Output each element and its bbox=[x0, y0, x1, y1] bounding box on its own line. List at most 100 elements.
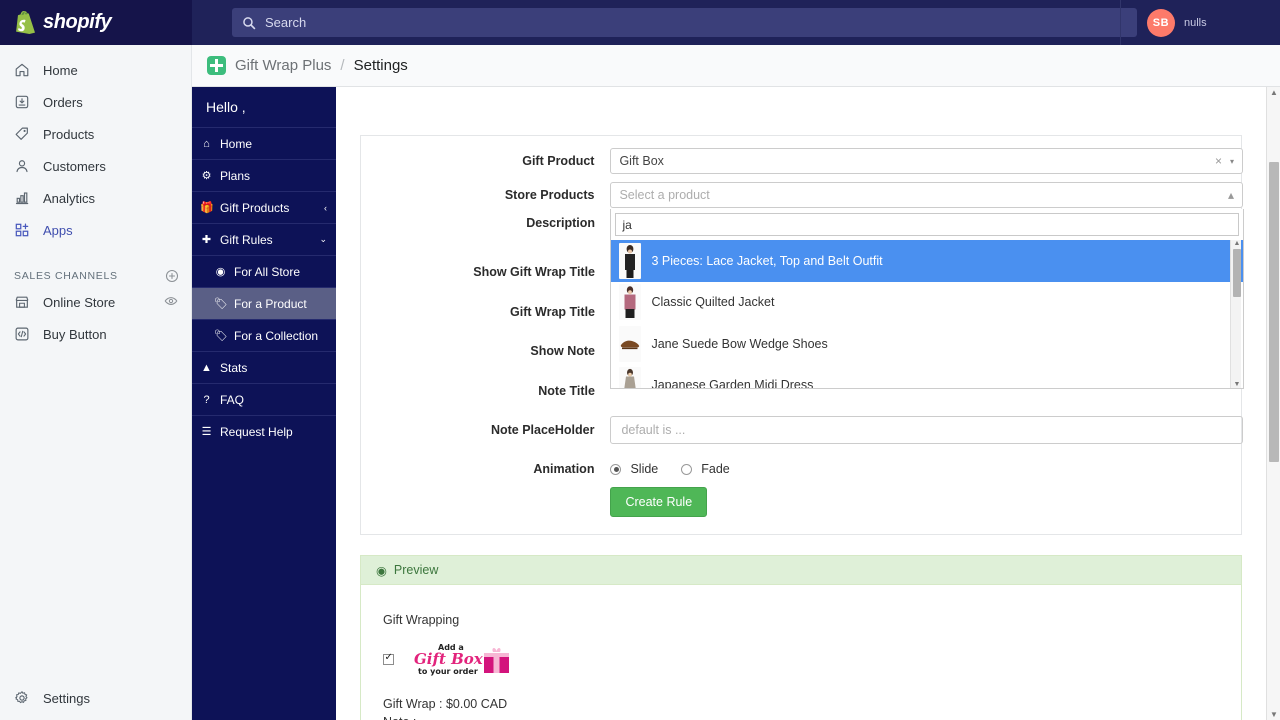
product-thumbnail-icon bbox=[619, 284, 642, 321]
sidebar-item-analytics[interactable]: Analytics bbox=[0, 185, 191, 211]
note-placeholder-text: default is ... bbox=[621, 423, 686, 437]
apps-grid-plus-icon bbox=[15, 223, 29, 237]
dropdown-option-label: Jane Suede Bow Wedge Shoes bbox=[651, 336, 828, 351]
chevron-up-icon[interactable]: ▴ bbox=[1228, 188, 1234, 202]
field-animation: Animation Slide Fade bbox=[361, 452, 1243, 486]
eye-icon: ◉ bbox=[376, 563, 387, 578]
field-label: Description bbox=[526, 216, 595, 230]
main-content: Gift Product Gift Box × ▾ Store Products… bbox=[336, 87, 1266, 720]
sidebar-item-products[interactable]: Products bbox=[0, 121, 191, 147]
radio-slide[interactable] bbox=[610, 463, 622, 475]
product-thumbnail-icon bbox=[619, 367, 642, 388]
customers-icon bbox=[16, 160, 28, 173]
scrollbar-thumb[interactable] bbox=[1232, 249, 1241, 297]
chevron-left-icon: ‹ bbox=[324, 202, 327, 213]
app-nav-stats[interactable]: ▲ Stats bbox=[192, 351, 336, 383]
clear-icon[interactable]: × bbox=[1215, 154, 1230, 168]
eye-icon[interactable] bbox=[164, 294, 178, 311]
sidebar-item-customers[interactable]: Customers bbox=[0, 153, 191, 179]
app-nav-for-a-collection[interactable]: 🏷 For a Collection bbox=[192, 319, 336, 351]
dropdown-option[interactable]: Japanese Garden Midi Dress bbox=[611, 365, 1243, 388]
dropdown-option[interactable]: Classic Quilted Jacket bbox=[611, 282, 1243, 324]
search-icon bbox=[243, 16, 256, 29]
scroll-up-icon[interactable]: ▲ bbox=[1270, 88, 1278, 97]
tag-icon: 🏷 bbox=[214, 330, 228, 342]
app-nav-label: Home bbox=[220, 136, 253, 151]
sidebar-item-label: Home bbox=[43, 62, 78, 78]
sidebar-item-apps[interactable]: Apps bbox=[0, 217, 191, 243]
app-nav-label: For All Store bbox=[234, 264, 301, 279]
sidebar-item-settings[interactable]: Settings bbox=[0, 690, 90, 706]
sidebar-item-online-store[interactable]: Online Store bbox=[0, 289, 191, 315]
app-nav-label: Gift Products bbox=[220, 200, 290, 215]
scroll-down-icon[interactable]: ▼ bbox=[1270, 710, 1278, 719]
gear-icon bbox=[15, 691, 28, 704]
breadcrumb-current: Settings bbox=[353, 57, 408, 74]
global-search-input[interactable]: Search bbox=[232, 8, 1137, 37]
sales-channels-label: SALES CHANNELS bbox=[14, 270, 118, 282]
app-nav-request-help[interactable]: ☰ Request Help bbox=[192, 415, 336, 447]
dropdown-option[interactable]: 3 Pieces: Lace Jacket, Top and Belt Outf… bbox=[611, 240, 1244, 282]
chevron-down-icon: ⌄ bbox=[319, 234, 327, 244]
sidebar-item-buy-button[interactable]: Buy Button bbox=[0, 321, 191, 347]
code-icon bbox=[15, 327, 29, 341]
sales-channels-section: SALES CHANNELS bbox=[0, 269, 191, 283]
gift-product-select[interactable]: Gift Box × ▾ bbox=[610, 148, 1243, 174]
note-placeholder-input[interactable]: default is ... bbox=[610, 416, 1243, 444]
user-menu[interactable]: SB nulls bbox=[1120, 0, 1280, 45]
app-nav-faq[interactable]: ? FAQ bbox=[192, 383, 336, 415]
app-nav-label: For a Product bbox=[234, 296, 307, 311]
app-nav-label: FAQ bbox=[220, 392, 245, 407]
sidebar-item-label: Products bbox=[43, 126, 95, 142]
app-nav-home[interactable]: ⌂ Home bbox=[192, 127, 336, 159]
preview-body: Gift Wrapping Add a Gift Box to your ord… bbox=[361, 585, 1241, 720]
breadcrumb-separator: / bbox=[340, 57, 345, 74]
list-icon: ☰ bbox=[201, 426, 212, 438]
shopify-sidebar: Home Orders Products Customers Analytics… bbox=[0, 45, 192, 720]
gift-box-banner-icon: Add a Gift Box to your order bbox=[414, 643, 509, 676]
breadcrumb-app-link[interactable]: Gift Wrap Plus bbox=[235, 57, 331, 74]
chart-icon: ▲ bbox=[201, 361, 212, 374]
scroll-down-icon[interactable]: ▼ bbox=[1233, 381, 1240, 388]
create-rule-button[interactable]: Create Rule bbox=[610, 487, 708, 517]
scroll-up-icon[interactable]: ▲ bbox=[1233, 240, 1240, 247]
page-scrollbar-thumb[interactable] bbox=[1269, 162, 1279, 462]
shopify-bag-icon bbox=[16, 10, 35, 34]
home-icon bbox=[15, 63, 29, 77]
shopify-topbar: shopify Search SB nulls bbox=[0, 0, 1280, 45]
preview-card: ◉ Preview Gift Wrapping Add a Gift Box t… bbox=[360, 555, 1242, 720]
gift-wrap-checkbox[interactable] bbox=[383, 652, 394, 665]
shopify-logo[interactable]: shopify bbox=[0, 0, 192, 45]
dropdown-option-label: Japanese Garden Midi Dress bbox=[651, 378, 814, 388]
app-nav-gift-products[interactable]: 🎁 Gift Products ‹ bbox=[192, 191, 336, 223]
field-note-placeholder: Note PlaceHolder default is ... bbox=[361, 413, 1243, 447]
app-nav-gift-rules[interactable]: ✚ Gift Rules ⌄ bbox=[192, 223, 336, 255]
sidebar-item-home[interactable]: Home bbox=[0, 57, 191, 83]
svg-text:to your order: to your order bbox=[418, 667, 478, 676]
products-tag-icon bbox=[15, 127, 28, 140]
app-nav-plans[interactable]: ⚙ Plans bbox=[192, 159, 336, 191]
sidebar-item-label: Analytics bbox=[43, 190, 96, 206]
dropdown-scrollbar[interactable]: ▲ ▼ bbox=[1230, 240, 1242, 388]
add-channel-icon[interactable] bbox=[165, 269, 179, 283]
field-gift-product: Gift Product Gift Box × ▾ bbox=[361, 144, 1243, 178]
app-nav-label: Stats bbox=[220, 360, 248, 375]
dropdown-search-input[interactable]: ja bbox=[615, 213, 1240, 236]
search-placeholder-text: Search bbox=[265, 15, 307, 30]
field-label: Gift Wrap Title bbox=[510, 305, 595, 319]
dropdown-option[interactable]: Jane Suede Bow Wedge Shoes bbox=[611, 323, 1243, 365]
app-nav-for-a-product[interactable]: 🏷 For a Product bbox=[192, 287, 336, 319]
dropdown-options-list[interactable]: 3 Pieces: Lace Jacket, Top and Belt Outf… bbox=[611, 240, 1244, 388]
product-thumbnail-icon bbox=[619, 325, 642, 362]
radio-fade[interactable] bbox=[681, 463, 693, 475]
preview-header-label: Preview bbox=[393, 563, 439, 577]
sidebar-item-orders[interactable]: Orders bbox=[0, 89, 191, 115]
preview-header: ◉ Preview bbox=[361, 556, 1241, 585]
page-scrollbar[interactable]: ▲ ▼ bbox=[1266, 87, 1280, 720]
store-products-select[interactable]: Select a product ▴ bbox=[610, 182, 1243, 208]
app-nav-label: Plans bbox=[220, 168, 251, 183]
app-nav-for-all-store[interactable]: ◉ For All Store bbox=[192, 255, 336, 287]
analytics-bars-icon bbox=[15, 192, 29, 205]
field-label: Gift Product bbox=[522, 154, 595, 168]
chevron-down-icon[interactable]: ▾ bbox=[1230, 157, 1234, 166]
